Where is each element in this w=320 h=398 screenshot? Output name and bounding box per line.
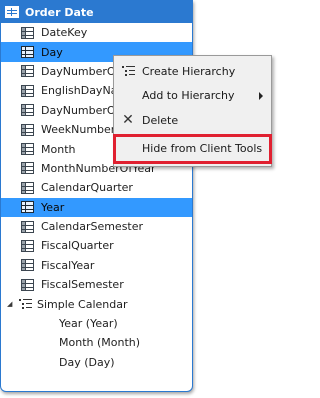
column-icon [21,201,34,214]
column-label: CalendarQuarter [41,181,133,195]
column-label: DayNumberOf [41,103,120,117]
column-icon [21,220,34,233]
column-icon [21,278,34,291]
column-icon [21,84,34,97]
column-label: EnglishDayNa [41,84,118,98]
menu-item-create-hierarchy[interactable]: Create Hierarchy [116,59,269,84]
column-label: WeekNumberO [41,123,124,137]
menu-item-add-to-hierarchy[interactable]: Add to Hierarchy [116,84,269,109]
hierarchy-level-label: Month (Month) [59,336,141,350]
column-label: Year [41,200,65,214]
column-icon [21,26,34,39]
column-icon [21,104,34,117]
hierarchy-level-month[interactable]: Month (Month) [1,333,192,352]
column-label: FiscalQuarter [41,239,114,253]
column-icon [21,46,34,59]
column-icon [21,143,34,156]
column-row-calendarsemester[interactable]: CalendarSemester [1,217,192,236]
collapse-triangle-icon[interactable]: ◢ [7,300,15,308]
table-header[interactable]: Order Date [1,1,192,23]
column-row-fiscalquarter[interactable]: FiscalQuarter [1,236,192,255]
menu-item-label: Hide from Client Tools [142,142,263,156]
column-row-calendarquarter[interactable]: CalendarQuarter [1,178,192,197]
menu-item-label: Add to Hierarchy [142,89,235,103]
column-label: Day [41,45,63,59]
hierarchy-icon [19,298,33,311]
delete-icon: ✕ [122,112,134,129]
menu-item-delete[interactable]: ✕ Delete [116,108,269,133]
table-icon [5,6,19,18]
column-icon [21,181,34,194]
table-title: Order Date [25,5,94,19]
column-row-fiscalyear[interactable]: FiscalYear [1,256,192,275]
column-icon [21,123,34,136]
column-label: Month [41,142,76,156]
column-row-year[interactable]: Year [1,197,192,217]
column-label: DateKey [41,26,88,40]
hierarchy-row-simple-calendar[interactable]: ◢ Simple Calendar [1,294,192,313]
submenu-arrow-icon [259,91,263,100]
hierarchy-level-year[interactable]: Year (Year) [1,314,192,333]
menu-item-label: Create Hierarchy [142,64,236,78]
menu-item-hide-from-client-tools[interactable]: Hide from Client Tools [113,133,272,164]
hierarchy-level-day[interactable]: Day (Day) [1,353,192,372]
hierarchy-label: Simple Calendar [37,297,128,311]
context-menu: Create Hierarchy Add to Hierarchy ✕ Dele… [113,55,272,167]
column-icon [21,239,34,252]
hierarchy-level-label: Year (Year) [59,317,118,331]
hierarchy-level-label: Day (Day) [59,355,115,369]
menu-item-label: Delete [142,113,179,127]
screenshot-stage: Order Date DateKey Day DayNumberOf Engli… [0,0,276,398]
column-label: CalendarSemester [41,220,144,234]
column-label: FiscalYear [41,258,95,272]
column-label: FiscalSemester [41,278,124,292]
column-icon [21,259,34,272]
column-icon [21,65,34,78]
column-row-fiscalsemester[interactable]: FiscalSemester [1,275,192,294]
column-label: DayNumberOf [41,64,120,78]
column-icon [21,162,34,175]
hierarchy-icon [122,65,136,78]
column-row-datekey[interactable]: DateKey [1,23,192,42]
